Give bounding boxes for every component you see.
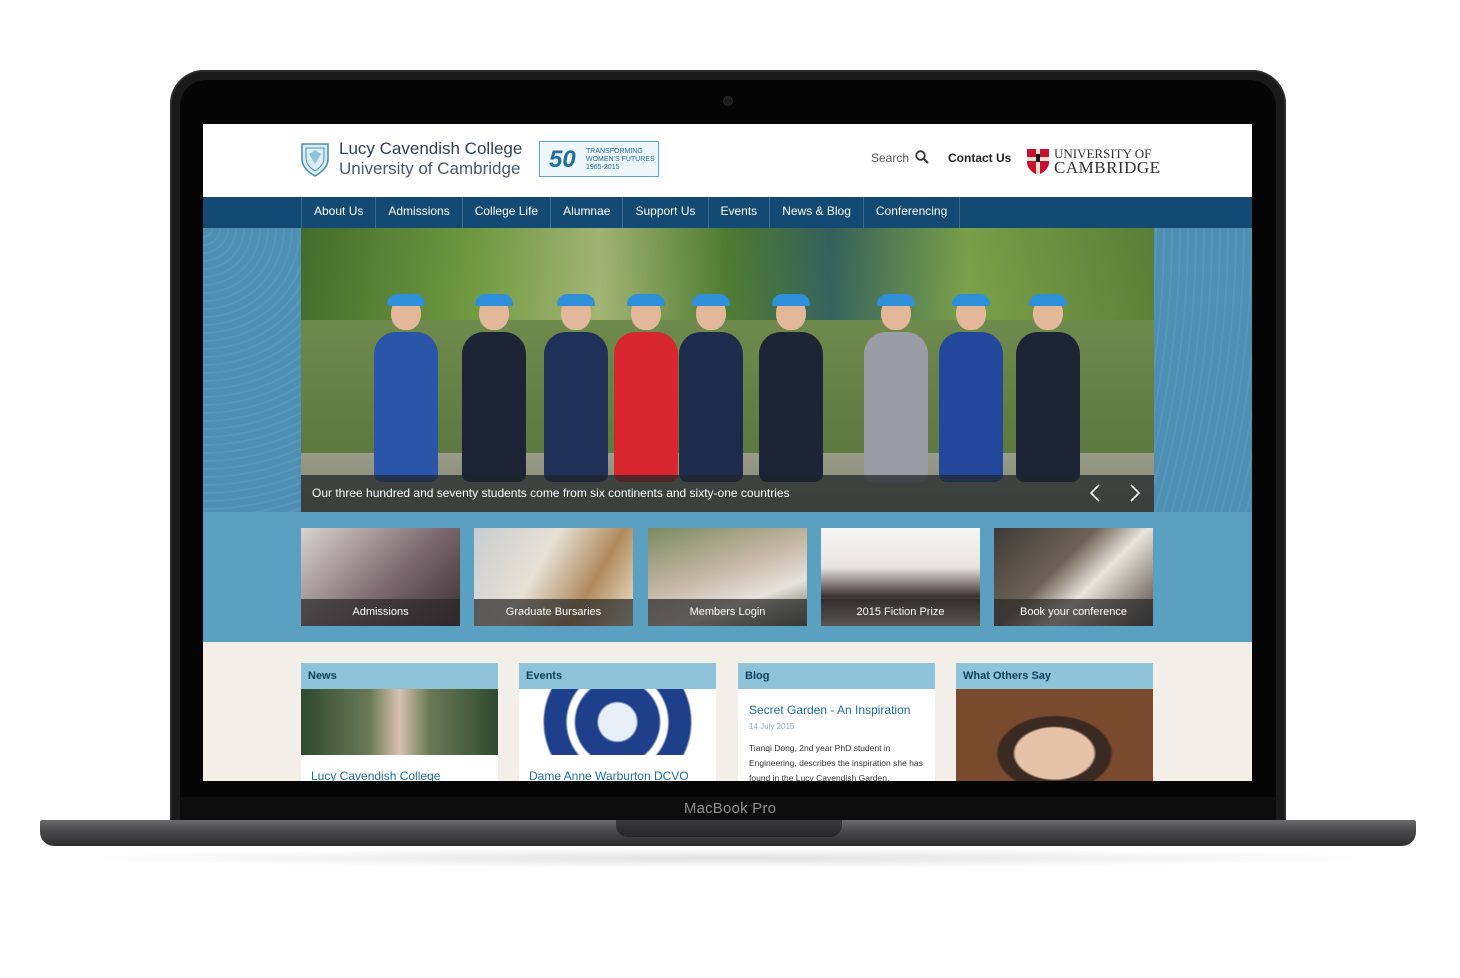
blog-heading: Blog <box>738 663 935 689</box>
news-heading: News <box>301 663 498 689</box>
device-brand: MacBook Pro <box>683 800 777 817</box>
cambridge-shield-icon[interactable] <box>1026 148 1050 176</box>
cambridge-logo-line2: CAMBRIDGE <box>1054 158 1161 177</box>
nav-item-about-us[interactable]: About Us <box>301 197 377 228</box>
rower-figure <box>459 294 529 482</box>
blog-card[interactable]: Blog Secret Garden - An Inspiration 14 J… <box>738 663 935 781</box>
tile-label: Members Login <box>648 599 807 626</box>
events-image <box>519 689 716 755</box>
events-card[interactable]: Events Dame Anne Warburton DCVO <box>519 663 716 781</box>
news-image <box>301 689 498 755</box>
events-title-link[interactable]: Dame Anne Warburton DCVO <box>529 769 689 781</box>
tile-book-conference[interactable]: Book your conference <box>994 528 1153 626</box>
hero-slide-image[interactable] <box>301 228 1154 512</box>
search-icon[interactable] <box>915 150 929 164</box>
news-card[interactable]: News Lucy Cavendish College <box>301 663 498 781</box>
testimonial-image <box>956 689 1153 781</box>
site-header: Lucy Cavendish College University of Cam… <box>203 124 1252 197</box>
camera-icon <box>724 97 732 105</box>
news-title-link[interactable]: Lucy Cavendish College <box>311 769 440 781</box>
hero-caption-bar: Our three hundred and seventy students c… <box>301 475 1154 512</box>
rower-figure <box>936 294 1006 482</box>
rower-figure <box>861 294 931 482</box>
rower-figure <box>611 294 681 482</box>
college-name[interactable]: Lucy Cavendish College <box>339 139 522 159</box>
rower-figure <box>371 294 441 482</box>
nav-item-admissions[interactable]: Admissions <box>376 197 463 228</box>
anniversary-number: 50 <box>549 146 576 173</box>
contact-us-link[interactable]: Contact Us <box>948 151 1011 165</box>
search-label[interactable]: Search <box>871 151 909 165</box>
tile-label: Admissions <box>301 599 460 626</box>
slider-next-icon[interactable] <box>1124 483 1144 503</box>
tile-members-login[interactable]: Members Login <box>648 528 807 626</box>
nav-item-support-us[interactable]: Support Us <box>623 197 709 228</box>
university-name[interactable]: University of Cambridge <box>339 159 520 179</box>
tile-label: Graduate Bursaries <box>474 599 633 626</box>
hero-caption: Our three hundred and seventy students c… <box>312 486 790 500</box>
nav-item-events[interactable]: Events <box>709 197 771 228</box>
slider-prev-icon[interactable] <box>1086 483 1106 503</box>
rower-figure <box>541 294 611 482</box>
main-nav: About Us Admissions College Life Alumnae… <box>203 197 1252 228</box>
nav-item-college-life[interactable]: College Life <box>463 197 552 228</box>
nav-item-conferencing[interactable]: Conferencing <box>864 197 961 228</box>
rower-figure <box>676 294 746 482</box>
anniversary-badge[interactable]: 50 TRANSFORMING WOMEN'S FUTURES 1965-201… <box>539 141 659 177</box>
tile-admissions[interactable]: Admissions <box>301 528 460 626</box>
rower-figure <box>1013 294 1083 482</box>
rower-figure <box>756 294 826 482</box>
tile-graduate-bursaries[interactable]: Graduate Bursaries <box>474 528 633 626</box>
nav-item-alumnae[interactable]: Alumnae <box>551 197 624 228</box>
laptop-shadow <box>60 848 1396 868</box>
anniversary-text: TRANSFORMING WOMEN'S FUTURES 1965-2015 <box>586 148 655 171</box>
events-heading: Events <box>519 663 716 689</box>
website-screen: Lucy Cavendish College University of Cam… <box>203 124 1252 781</box>
blog-title-link[interactable]: Secret Garden - An Inspiration <box>749 703 910 717</box>
tile-label: Book your conference <box>994 599 1153 626</box>
laptop-notch <box>616 820 842 837</box>
college-crest-icon[interactable] <box>300 141 330 177</box>
tile-label: 2015 Fiction Prize <box>821 599 980 626</box>
tile-fiction-prize[interactable]: 2015 Fiction Prize <box>821 528 980 626</box>
nav-item-news-blog[interactable]: News & Blog <box>770 197 864 228</box>
blog-excerpt: Tianqi Dong, 2nd year PhD student in Eng… <box>749 743 923 781</box>
testimonial-card[interactable]: What Others Say <box>956 663 1153 781</box>
blog-date: 14 July 2015 <box>749 722 795 731</box>
testimonial-heading: What Others Say <box>956 663 1153 689</box>
